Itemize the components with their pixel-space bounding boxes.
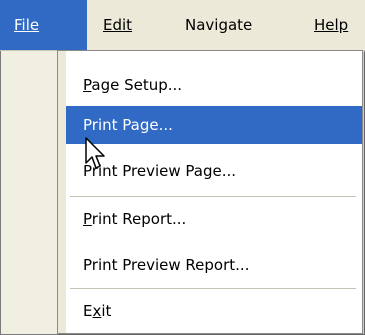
page-setup-label: age Setup... — [91, 76, 183, 94]
menu-navigate-label: Navigate — [185, 16, 253, 34]
menu-help[interactable]: Help — [314, 0, 348, 50]
page-setup-item[interactable]: Page Setup... — [66, 66, 362, 104]
print-preview-page-item[interactable]: Print Preview Page... — [66, 152, 362, 190]
exit-label-post: it — [101, 302, 112, 320]
menu-edit[interactable]: Edit — [103, 0, 132, 50]
menu-file-accel: File — [14, 16, 40, 34]
menu-gutter — [58, 51, 66, 333]
print-report-item[interactable]: Print Report... — [66, 200, 362, 238]
menu-separator — [70, 288, 356, 289]
menu-bar: File Edit Navigate Help — [0, 0, 365, 51]
menu-navigate[interactable]: Navigate — [185, 0, 252, 50]
print-page-label: Print Page... — [83, 116, 173, 134]
print-report-label: rint Report... — [91, 210, 187, 228]
print-page-item[interactable]: Print Page... — [66, 106, 362, 144]
arrow-cursor-icon — [85, 137, 107, 175]
menu-separator — [70, 196, 356, 197]
exit-item[interactable]: Exit — [66, 292, 362, 330]
file-dropdown-menu: Page Setup... Print Page... Print Previe… — [57, 50, 363, 334]
print-report-accel: P — [83, 210, 92, 228]
menu-file[interactable]: File — [0, 0, 87, 50]
menu-help-label: Help — [314, 16, 349, 34]
menu-edit-label: Edit — [103, 16, 133, 34]
print-preview-report-label: Print Preview Report... — [83, 256, 250, 274]
print-preview-report-item[interactable]: Print Preview Report... — [66, 246, 362, 284]
